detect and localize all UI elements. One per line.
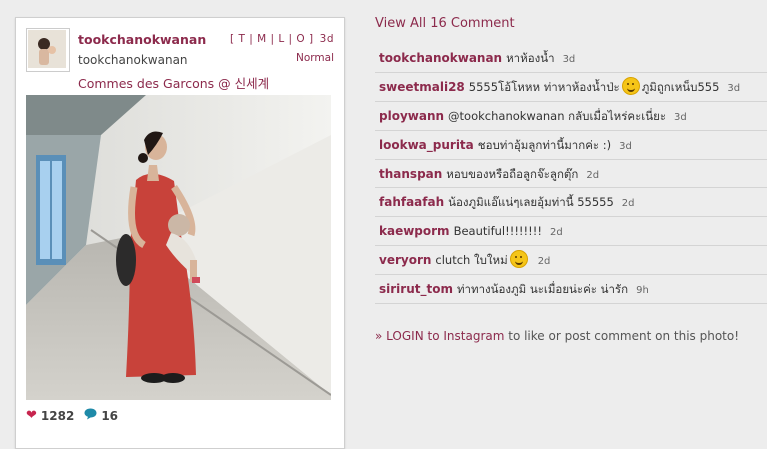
comment-username[interactable]: veryorn	[379, 253, 431, 267]
grin-emoji-icon	[621, 76, 640, 95]
comment-time: 3d	[674, 111, 687, 123]
view-all-comments-link[interactable]: View All 16 Comment	[375, 16, 515, 31]
post-full-name: tookchanokwanan	[78, 53, 188, 67]
comment-time: 3d	[727, 82, 741, 94]
comment-text: ท่าทางน้องภูมิ นะเมื่อยน่ะค่ะ น่ารัก	[456, 282, 629, 297]
post-username[interactable]: tookchanokwanan	[78, 32, 206, 47]
post-stats: ❤ 1282 16	[26, 408, 118, 423]
comment-text: หอบของหรือถือลูกจ๊ะลูกตุ๊ก	[446, 166, 579, 181]
comment-time: 2d	[621, 198, 635, 210]
comment-username[interactable]: sirirut_tom	[379, 282, 453, 296]
comment-username[interactable]: ploywann	[379, 109, 444, 123]
login-prompt: » LOGIN to Instagram to like or post com…	[375, 329, 739, 343]
login-link[interactable]: LOGIN to Instagram	[386, 329, 504, 343]
comment-row: ploywann @tookchanokwanan กลับเมื่อไหร่คะ…	[375, 102, 767, 131]
comment-text: น้องภูมิแอ๊แน่ๆเลยอุ้มท่านี้ 55555	[448, 195, 614, 210]
comment-username[interactable]: tookchanokwanan	[379, 51, 502, 65]
size-options[interactable]: [ T | M | L | O ]	[230, 33, 314, 45]
comment-row: kaewporm Beautiful!!!!!!!! 2d	[375, 217, 767, 247]
comment-time: 2d	[549, 227, 563, 239]
post-location[interactable]: Commes des Garcons @ 신세계	[78, 73, 269, 92]
comment-time: 9h	[636, 285, 649, 297]
photo-card: tookchanokwanan tookchanokwanan Commes d…	[15, 17, 345, 449]
post-photo[interactable]	[26, 95, 331, 400]
comment-username[interactable]: kaewporm	[379, 224, 450, 238]
heart-icon[interactable]: ❤	[26, 408, 37, 423]
grin-emoji-icon	[509, 250, 528, 269]
post-time: 3d	[319, 33, 334, 45]
comment-text: หาห้องน้ำ	[506, 51, 555, 65]
comment-count: 16	[101, 408, 119, 423]
comment-row: thanspan หอบของหรือถือลูกจ๊ะลูกตุ๊ก 2d	[375, 160, 767, 189]
size-links[interactable]: [ T | M | L | O ] 3d	[230, 33, 334, 45]
comment-username[interactable]: fahfaafah	[379, 195, 444, 209]
comment-text: clutch ใบใหม่	[435, 253, 508, 268]
comment-row: lookwa_purita ชอบท่าอุ้มลูกท่านี้มากค่ะ :…	[375, 131, 767, 160]
comment-text: ชอบท่าอุ้มลูกท่านี้มากค่ะ :)	[477, 137, 612, 152]
comment-text: @tookchanokwanan กลับเมื่อไหร่คะเนี่ยะ	[448, 108, 667, 123]
comment-bubble-icon	[84, 408, 97, 423]
filter-name: Normal	[296, 52, 334, 64]
comment-row: sweetmali28 5555โอ้โหหห ท่าหาห้องน้ำป่ะ ภู…	[375, 73, 767, 102]
comment-list: tookchanokwanan หาห้องน้ำ 3d sweetmali28 55…	[375, 44, 767, 305]
comment-time: 2d	[586, 169, 600, 181]
avatar[interactable]	[26, 28, 70, 72]
comment-text-cont: ภูมิถูกเหน็บ555	[641, 79, 720, 94]
comment-username[interactable]: thanspan	[379, 167, 442, 181]
comment-text: Beautiful!!!!!!!!	[453, 224, 542, 239]
like-count: 1282	[40, 408, 75, 423]
comment-row: sirirut_tom ท่าทางน้องภูมิ นะเมื่อยน่ะค่ะ…	[375, 275, 767, 305]
comment-username[interactable]: lookwa_purita	[379, 138, 474, 152]
comment-time: 3d	[562, 54, 576, 65]
comment-time: 2d	[537, 256, 551, 268]
comment-row: tookchanokwanan หาห้องน้ำ 3d	[375, 44, 767, 73]
comment-text: 5555โอ้โหหห ท่าหาห้องน้ำป่ะ	[468, 79, 620, 94]
login-prompt-text: to like or post comment on this photo!	[504, 329, 740, 343]
arrow-icon: »	[375, 329, 383, 343]
comment-username[interactable]: sweetmali28	[379, 80, 465, 94]
comment-row: fahfaafah น้องภูมิแอ๊แน่ๆเลยอุ้มท่านี้ 55…	[375, 188, 767, 218]
comment-row: veryorn clutch ใบใหม่ 2d	[375, 246, 767, 276]
comment-time: 3d	[619, 140, 632, 152]
